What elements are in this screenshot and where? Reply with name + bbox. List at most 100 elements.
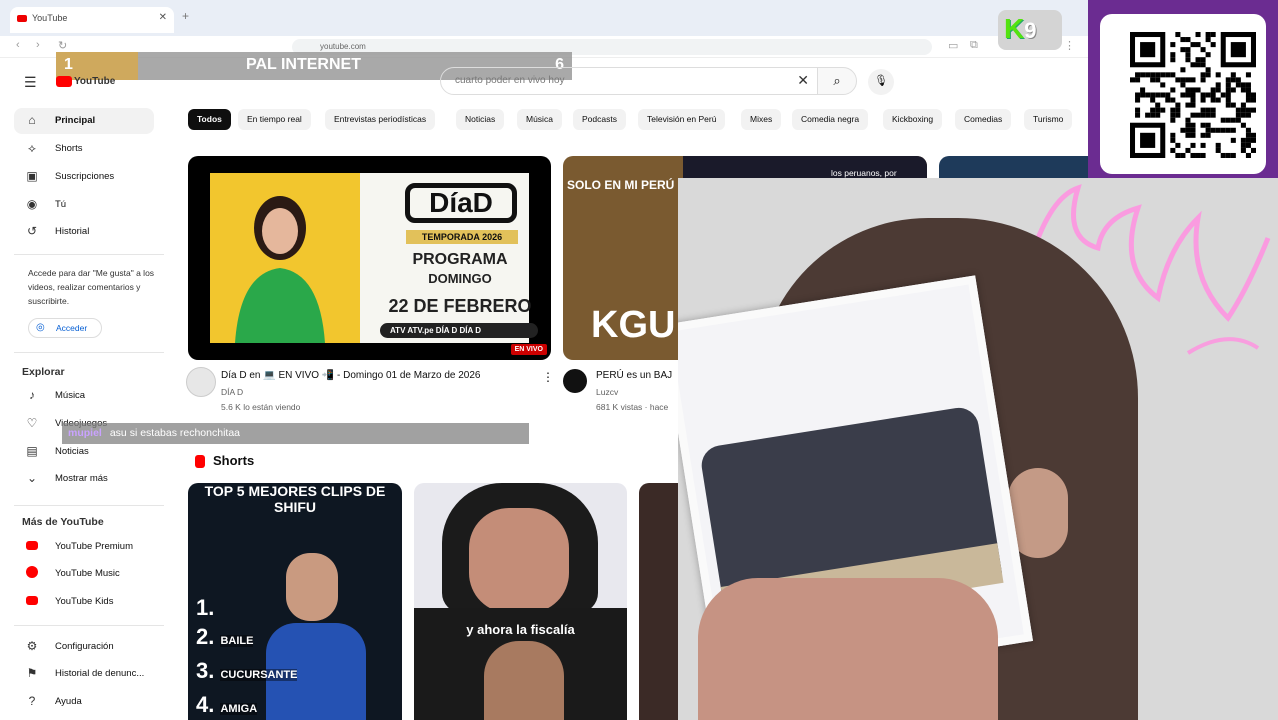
browser-tab-bar: YouTube ✕ + xyxy=(0,0,1090,36)
rank-label: BAILE xyxy=(220,635,254,647)
overlay-title: PAL INTERNET xyxy=(246,56,361,73)
chip-turismo[interactable]: Turismo xyxy=(1024,109,1073,130)
back-icon[interactable]: ‹ xyxy=(16,39,20,51)
thumb-date: 22 DE FEBRERO xyxy=(388,296,532,316)
hamburger-menu-icon[interactable]: ☰ xyxy=(24,74,37,91)
live-badge: EN VIVO xyxy=(510,344,547,355)
youtube-logo[interactable]: YouTube xyxy=(56,76,115,87)
sidebar-item-youtube-kids[interactable]: YouTube Kids xyxy=(14,589,154,615)
qr-code-card xyxy=(1100,14,1266,174)
chip-mixes[interactable]: Mixes xyxy=(741,109,782,130)
history-icon: ↺ xyxy=(26,224,38,238)
help-icon: ? xyxy=(28,694,36,708)
more-options-icon[interactable]: ⋮ xyxy=(542,370,554,384)
sidebar-divider xyxy=(14,254,164,255)
sidebar-item-historial[interactable]: ↺ Historial xyxy=(14,219,154,245)
reload-icon[interactable]: ↻ xyxy=(58,39,67,52)
chip-todos[interactable]: Todos xyxy=(188,109,231,130)
shorts-icon: ⟡ xyxy=(28,141,36,155)
chip-kickboxing[interactable]: Kickboxing xyxy=(883,109,943,130)
cast-icon[interactable]: ▭ xyxy=(948,39,958,52)
sidebar-item-mostrar-mas[interactable]: ⌄ Mostrar más xyxy=(14,466,154,492)
news-icon: ▤ xyxy=(26,444,38,458)
sidebar-item-label: Música xyxy=(55,390,86,401)
new-tab-icon[interactable]: + xyxy=(182,9,189,23)
chip-musica[interactable]: Música xyxy=(517,109,562,130)
sidebar-item-ayuda[interactable]: ? Ayuda xyxy=(14,689,154,715)
search-input[interactable]: cuarto poder en vivo hoy ✕ xyxy=(440,67,818,95)
forward-icon[interactable]: › xyxy=(36,39,40,51)
sidebar-item-principal[interactable]: ⌂ Principal xyxy=(14,108,154,134)
sidebar-item-shorts[interactable]: ⟡ Shorts xyxy=(14,136,154,162)
thumb-top-text: SOLO EN MI PERÚ xyxy=(567,178,675,192)
browser-tab[interactable]: YouTube ✕ xyxy=(10,7,174,33)
search-query: cuarto poder en vivo hoy xyxy=(455,75,565,86)
chip-comedias[interactable]: Comedias xyxy=(955,109,1012,130)
chip-noticias[interactable]: Noticias xyxy=(456,109,505,130)
video-channel[interactable]: Luzcv xyxy=(596,387,618,397)
thumb-day: DOMINGO xyxy=(428,271,492,286)
thumb-right-text: los peruanos, por xyxy=(831,168,897,178)
flag-icon: ⚑ xyxy=(26,666,38,680)
search-button[interactable]: ⌕ xyxy=(817,67,857,95)
video-thumbnail-dia-d[interactable]: DíaD TEMPORADA 2026 PROGRAMA DOMINGO 22 … xyxy=(188,156,551,360)
short-thumbnail-third[interactable] xyxy=(639,483,679,720)
chip-entrevistas[interactable]: Entrevistas periodísticas xyxy=(325,109,436,130)
thumb-big-text: KGU xyxy=(591,304,676,346)
sidebar-item-tu[interactable]: ◉ Tú xyxy=(14,192,154,218)
youtube-music-icon xyxy=(24,566,40,581)
thumbnail-artwork: DíaD TEMPORADA 2026 PROGRAMA DOMINGO 22 … xyxy=(210,173,538,343)
voice-search-button[interactable]: 🎙 xyxy=(868,69,894,95)
clear-search-icon[interactable]: ✕ xyxy=(797,72,809,89)
streamer-hands xyxy=(698,578,998,720)
short-caption: y ahora la fiscalía xyxy=(466,622,575,637)
sidebar-item-historial-denuncias[interactable]: ⚑ Historial de denunc... xyxy=(14,661,154,687)
stream-chat-message: mupiel asu si estabas rechonchitaa xyxy=(62,423,529,444)
sidebar-item-label: Historial xyxy=(55,226,90,237)
short-thumbnail-shifu[interactable]: TOP 5 MEJORES CLIPS DE SHIFU 1. 2. BAILE… xyxy=(188,483,402,720)
search-icon: ⌕ xyxy=(833,73,841,88)
qr-code xyxy=(1130,32,1256,158)
sidebar-divider xyxy=(14,625,164,626)
section-title-mas-de-youtube: Más de YouTube xyxy=(22,516,104,528)
chip-comedia-negra[interactable]: Comedia negra xyxy=(792,109,869,130)
sidebar-item-label: Historial de denunc... xyxy=(55,668,145,679)
rank-number: 3. xyxy=(196,658,215,683)
channel-avatar[interactable] xyxy=(186,367,216,397)
short-ranking-list: 1. 2. BAILE 3. CUCURSANTE 4. AMIGA xyxy=(196,593,298,720)
sidebar-divider xyxy=(14,352,164,353)
video-title[interactable]: Día D en 💻 EN VIVO 📲 - Domingo 01 de Mar… xyxy=(221,370,531,381)
sidebar-item-suscripciones[interactable]: ▣ Suscripciones xyxy=(14,164,154,190)
channel-avatar[interactable] xyxy=(563,369,587,393)
menu-dots-icon[interactable]: ⋮ xyxy=(1064,39,1075,52)
gear-icon: ⚙ xyxy=(26,639,38,653)
close-tab-icon[interactable]: ✕ xyxy=(159,12,167,23)
screenshot-icon[interactable]: ⧉ xyxy=(970,39,978,52)
chevron-down-icon: ⌄ xyxy=(26,471,38,485)
sidebar-item-configuracion[interactable]: ⚙ Configuración xyxy=(14,634,154,660)
home-icon: ⌂ xyxy=(28,113,36,127)
video-channel[interactable]: DÍA D xyxy=(221,387,243,397)
chip-podcasts[interactable]: Podcasts xyxy=(573,109,626,130)
short-woman-face xyxy=(469,508,569,613)
sidebar-item-label: YouTube Kids xyxy=(55,596,114,607)
rank-label: CUCURSANTE xyxy=(220,669,298,681)
chat-username: mupiel xyxy=(68,427,102,439)
video-title[interactable]: PERÚ es un BAJ xyxy=(596,370,672,381)
chip-en-tiempo-real[interactable]: En tiempo real xyxy=(238,109,311,130)
k9-stream-logo: K9 xyxy=(998,10,1062,50)
sidebar-item-label: Noticias xyxy=(55,446,89,457)
short-thumbnail-fiscalia[interactable]: y ahora la fiscalía xyxy=(414,483,627,720)
chip-television-peru[interactable]: Televisión en Perú xyxy=(638,109,726,130)
sidebar-item-label: Tú xyxy=(55,199,67,210)
thumb-program: PROGRAMA xyxy=(412,251,508,268)
chat-text: asu si estabas rechonchitaa xyxy=(109,427,241,439)
k9-letter: K xyxy=(1004,13,1025,44)
rank-label: AMIGA xyxy=(220,703,258,715)
sidebar-item-youtube-premium[interactable]: YouTube Premium xyxy=(14,534,154,560)
signin-button[interactable]: ◎ Acceder xyxy=(28,318,102,338)
sidebar-item-youtube-music[interactable]: YouTube Music xyxy=(14,561,154,587)
sidebar-item-label: YouTube Premium xyxy=(55,541,133,552)
gaming-icon: ♡ xyxy=(26,416,38,430)
sidebar-item-musica[interactable]: ♪ Música xyxy=(14,383,154,409)
